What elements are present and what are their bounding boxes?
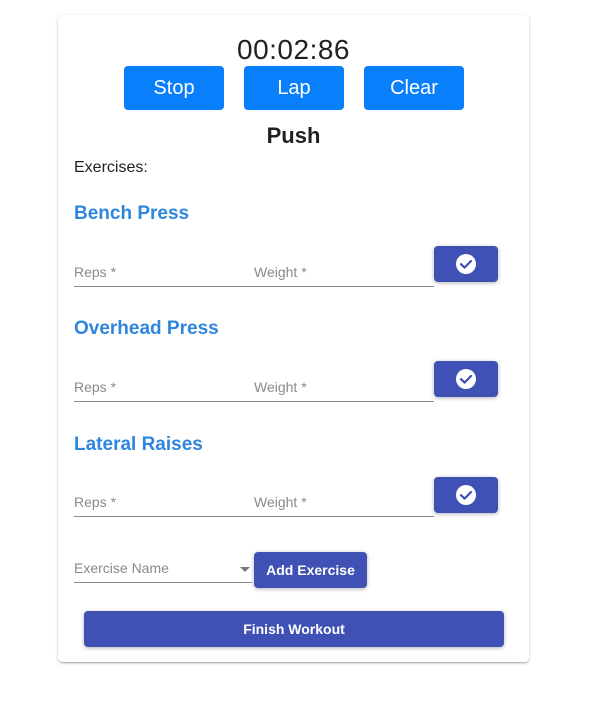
exercise-name-placeholder: Exercise Name [74, 560, 169, 576]
weight-field[interactable]: Weight * [254, 377, 434, 402]
exercises-label: Exercises: [74, 159, 148, 176]
exercise-name-select[interactable]: Exercise Name [74, 556, 252, 583]
add-exercise-button[interactable]: Add Exercise [254, 552, 367, 588]
weight-field[interactable]: Weight * [254, 262, 434, 287]
exercise-name: Overhead Press [74, 318, 219, 339]
weight-placeholder: Weight * [254, 379, 307, 395]
check-circle-icon [456, 485, 476, 505]
weight-placeholder: Weight * [254, 494, 307, 510]
weight-field[interactable]: Weight * [254, 492, 434, 517]
stop-button[interactable]: Stop [124, 66, 224, 110]
complete-set-button[interactable] [434, 246, 498, 282]
finish-workout-button[interactable]: Finish Workout [84, 611, 504, 647]
workout-card: 00:02:86 Stop Lap Clear Push Exercises: … [58, 15, 529, 662]
reps-placeholder: Reps * [74, 379, 117, 395]
complete-set-button[interactable] [434, 477, 498, 513]
exercise-name: Lateral Raises [74, 434, 203, 455]
complete-set-button[interactable] [434, 361, 498, 397]
check-circle-icon [456, 369, 476, 389]
lap-button[interactable]: Lap [244, 66, 344, 110]
reps-field[interactable]: Reps * [74, 492, 254, 517]
exercise-name: Bench Press [74, 203, 190, 224]
check-circle-icon [456, 254, 476, 274]
reps-placeholder: Reps * [74, 264, 117, 280]
workout-title: Push [266, 123, 321, 148]
weight-placeholder: Weight * [254, 264, 307, 280]
stopwatch-display: 00:02:86 [237, 34, 350, 65]
dropdown-arrow-icon [240, 567, 250, 572]
reps-field[interactable]: Reps * [74, 262, 254, 287]
clear-button[interactable]: Clear [364, 66, 464, 110]
reps-placeholder: Reps * [74, 494, 117, 510]
reps-field[interactable]: Reps * [74, 377, 254, 402]
